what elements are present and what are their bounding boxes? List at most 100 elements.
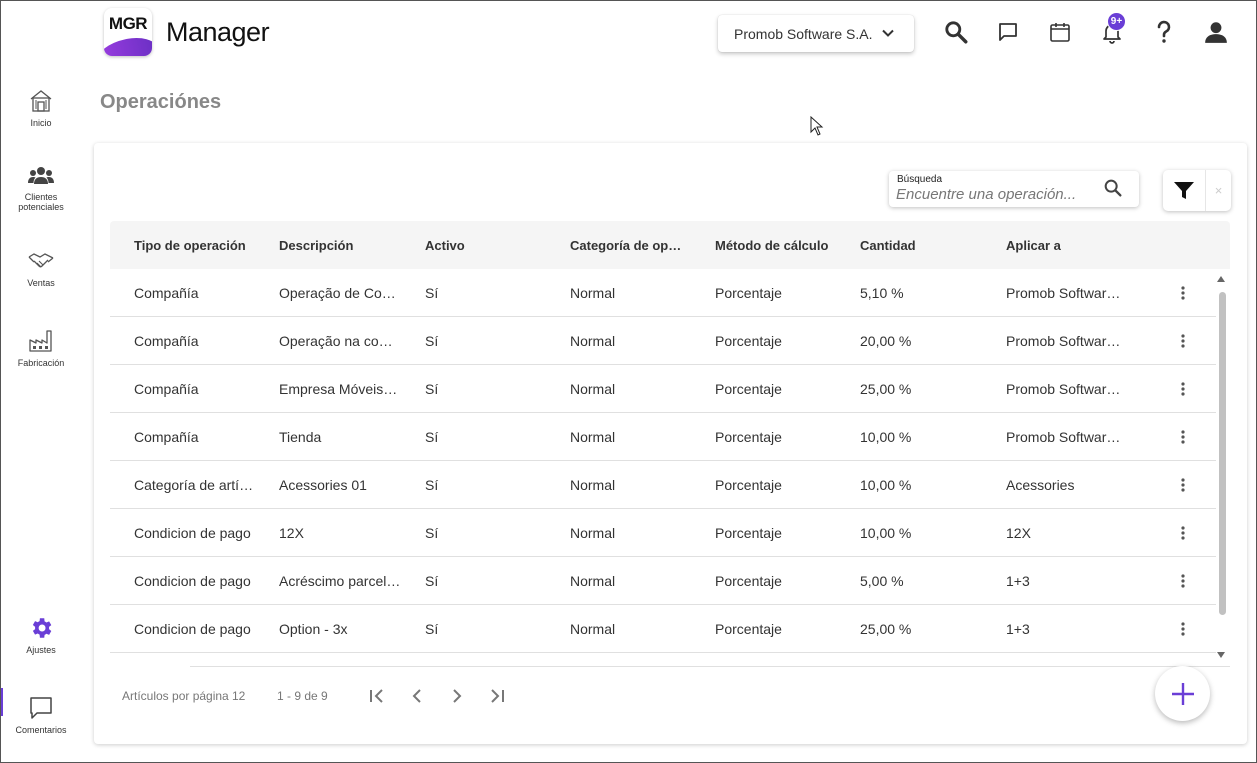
sidebar-item-label: Comentarios xyxy=(15,725,67,735)
table-cell: 5,00 % xyxy=(860,573,904,589)
previous-page-button[interactable] xyxy=(405,684,429,708)
search-icon[interactable] xyxy=(942,18,970,46)
table-cell: Acessories xyxy=(1006,477,1075,493)
people-icon xyxy=(28,167,54,184)
row-menu-icon[interactable] xyxy=(1176,475,1190,495)
sidebar-item-ajustes[interactable]: Ajustes xyxy=(0,615,82,655)
table-row[interactable]: Condicion de pago Option - 3x Sí Normal Porc… xyxy=(110,605,1216,653)
scroll-up-arrow[interactable] xyxy=(1217,276,1225,282)
row-menu-icon[interactable] xyxy=(1176,619,1190,639)
column-header-metodo[interactable]: Método de cálculo xyxy=(715,238,851,253)
filter-button[interactable] xyxy=(1163,170,1205,211)
table-row[interactable]: Compañía Empresa Móveis Ltda Sí Normal Porce… xyxy=(110,365,1216,413)
gear-icon xyxy=(32,618,52,638)
table-cell: 1+3 xyxy=(1006,573,1030,589)
first-page-icon xyxy=(370,689,383,703)
table-cell: Normal xyxy=(570,333,616,349)
table-cell: Porcentaje xyxy=(715,525,782,541)
table-cell: 5,10 % xyxy=(860,285,904,301)
column-header-activo[interactable]: Activo xyxy=(425,238,561,253)
row-menu-icon[interactable] xyxy=(1176,427,1190,447)
table-cell: Compañía xyxy=(134,285,199,301)
table-cell: Porcentaje xyxy=(715,429,782,445)
table-cell: Operação na compañía xyxy=(279,333,401,349)
table-cell: Porcentaje xyxy=(715,621,782,637)
table-cell: Acréscimo parcelado xyxy=(279,573,401,589)
table-cell: Porcentaje xyxy=(715,333,782,349)
row-menu-icon[interactable] xyxy=(1176,379,1190,399)
chevron-left-icon xyxy=(412,689,421,703)
column-header-descripcion[interactable]: Descripción xyxy=(279,238,415,253)
sidebar-item-comentarios[interactable]: Comentarios xyxy=(0,695,82,735)
comment-icon xyxy=(30,697,52,719)
table-cell: Condicion de pago xyxy=(134,573,251,589)
sidebar-item-inicio[interactable]: Inicio xyxy=(0,88,82,128)
search-input[interactable] xyxy=(896,184,1096,204)
table-row[interactable]: Categoría de artículo Acessories 01 Sí Norm… xyxy=(110,461,1216,509)
table-cell: Sí xyxy=(425,381,439,397)
handshake-icon xyxy=(28,253,54,268)
row-menu-icon[interactable] xyxy=(1176,523,1190,543)
scrollbar-thumb[interactable] xyxy=(1219,292,1226,615)
factory-icon xyxy=(29,330,52,352)
table-cell: Porcentaje xyxy=(715,477,782,493)
table-cell: Condicion de pago xyxy=(134,525,251,541)
search-button[interactable] xyxy=(1102,177,1124,199)
chat-icon[interactable] xyxy=(994,18,1022,46)
clear-filter-button[interactable]: × xyxy=(1205,170,1231,211)
table-footer-divider xyxy=(190,666,1230,667)
scroll-down-arrow[interactable] xyxy=(1217,652,1225,658)
items-per-page-label: Artículos por página xyxy=(122,689,229,703)
table-row[interactable]: Compañía Operação na compañía Sí Normal Porc… xyxy=(110,317,1216,365)
row-menu-icon[interactable] xyxy=(1176,283,1190,303)
table-body: Compañía Operação de Compañía Sí Normal Porc… xyxy=(110,269,1216,666)
table-cell: Condicion de pago xyxy=(134,621,251,637)
calendar-icon[interactable] xyxy=(1046,18,1074,46)
table-cell: 25,00 % xyxy=(860,621,912,637)
table-row[interactable]: Compañía Tienda Sí Normal Porcentaje 10,00 % P… xyxy=(110,413,1216,461)
row-menu-icon[interactable] xyxy=(1176,571,1190,591)
add-operation-button[interactable] xyxy=(1155,666,1210,721)
table-cell: 10,00 % xyxy=(860,429,912,445)
app-title: Manager xyxy=(166,17,270,47)
table-cell: Sí xyxy=(425,285,439,301)
filter-icon xyxy=(1174,181,1194,199)
table-cell: Promob Software S.A. xyxy=(1006,285,1126,301)
table-cell: 1+3 xyxy=(1006,621,1030,637)
column-header-cantidad[interactable]: Cantidad xyxy=(860,238,996,253)
table-cell: Compañía xyxy=(134,429,199,445)
company-select[interactable]: Promob Software S.A. xyxy=(718,15,914,52)
first-page-button[interactable] xyxy=(365,684,389,708)
sidebar-item-clientes-potenciales[interactable]: Clientes potenciales xyxy=(0,164,82,212)
home-icon xyxy=(30,90,52,112)
last-page-button[interactable] xyxy=(485,684,509,708)
column-header-categoria[interactable]: Categoría de operación xyxy=(570,238,687,253)
sidebar-item-label: Ajustes xyxy=(26,645,56,655)
sidebar-item-fabricacion[interactable]: Fabricación xyxy=(0,328,82,368)
table-cell: Sí xyxy=(425,477,439,493)
table-cell: Promob Software S.A. xyxy=(1006,381,1126,397)
sidebar-item-label: Inicio xyxy=(30,118,52,128)
table-cell: Normal xyxy=(570,381,616,397)
table-cell: Promob Software S.A. xyxy=(1006,333,1126,349)
account-icon[interactable] xyxy=(1202,18,1230,46)
table-cell: Tienda xyxy=(279,429,322,445)
column-header-aplicar[interactable]: Aplicar a xyxy=(1006,238,1142,253)
last-page-icon xyxy=(491,689,504,703)
table-row[interactable]: Condicion de pago Acréscimo parcelado Sí No… xyxy=(110,557,1216,605)
table-cell: Normal xyxy=(570,429,616,445)
app-logo[interactable]: MGR xyxy=(104,8,152,56)
sidebar-item-label: Fabricación xyxy=(17,358,65,368)
row-menu-icon[interactable] xyxy=(1176,331,1190,351)
table-cell: 20,00 % xyxy=(860,333,912,349)
help-icon[interactable] xyxy=(1150,18,1178,46)
sidebar-item-ventas[interactable]: Ventas xyxy=(0,248,82,288)
table-cell: Categoría de artículo xyxy=(134,477,260,493)
next-page-button[interactable] xyxy=(445,684,469,708)
table-cell: 12X xyxy=(1006,525,1031,541)
table-row[interactable]: Condicion de pago 12X Sí Normal Porcentaje 10… xyxy=(110,509,1216,557)
table-row[interactable]: Compañía Operação de Compañía Sí Normal Porc… xyxy=(110,269,1216,317)
table-cell: Normal xyxy=(570,525,616,541)
column-header-tipo[interactable]: Tipo de operación xyxy=(134,238,270,253)
items-per-page-select[interactable]: 12 xyxy=(232,689,245,703)
